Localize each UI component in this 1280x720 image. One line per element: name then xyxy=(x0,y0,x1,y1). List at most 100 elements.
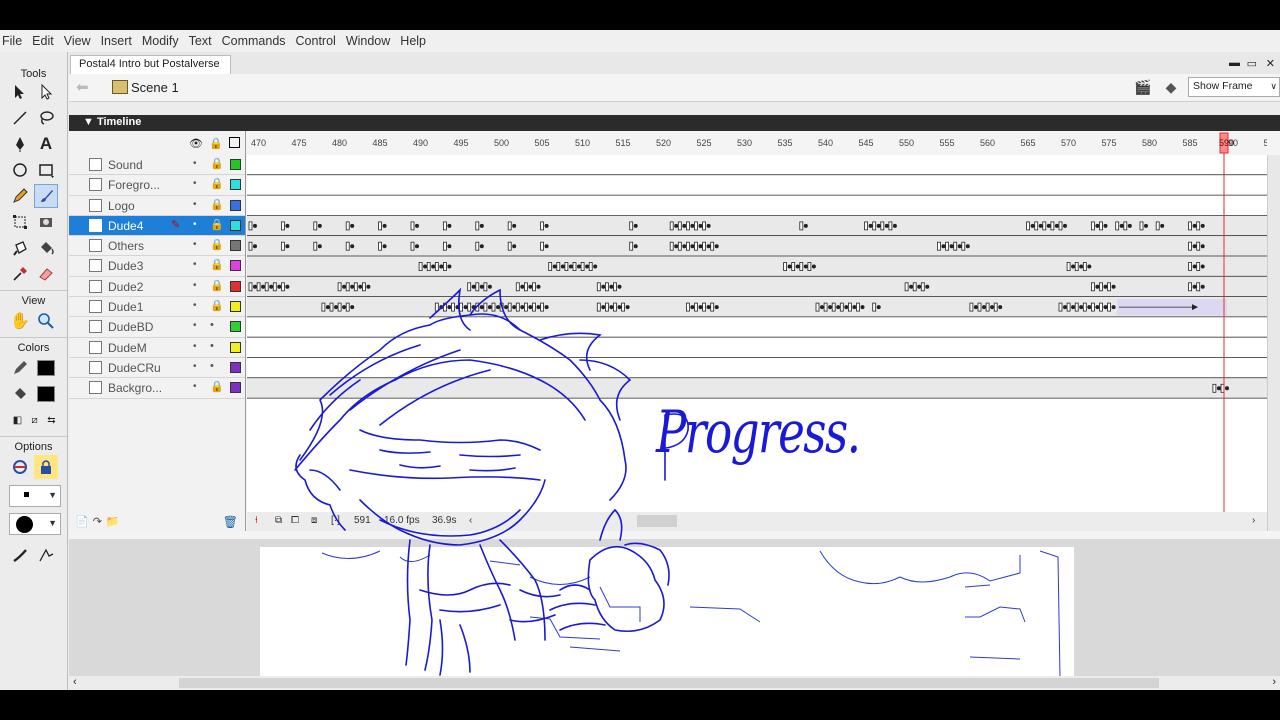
ruler-tick-label[interactable]: 520 xyxy=(656,138,671,148)
ruler-tick-label[interactable]: 565 xyxy=(1021,138,1036,148)
edit-symbol-icon[interactable]: ◆ xyxy=(1160,77,1182,97)
no-color-icon[interactable]: ⧄ xyxy=(27,408,42,432)
fill-color-swatch[interactable] xyxy=(34,382,58,406)
pen-tool-icon[interactable] xyxy=(8,132,32,156)
lock-icon[interactable]: 🔒 xyxy=(210,198,224,211)
lock-icon[interactable]: 🔒 xyxy=(210,258,224,271)
edit-multiple-icon[interactable]: ⧈ xyxy=(311,515,317,526)
layer-outline-color[interactable] xyxy=(230,179,241,191)
ruler-tick-label[interactable]: 540 xyxy=(818,138,833,148)
unlock-dot[interactable]: • xyxy=(210,340,214,352)
ruler-tick-label[interactable]: 575 xyxy=(1102,138,1117,148)
restore-icon[interactable]: ▭ xyxy=(1247,57,1257,70)
menu-help[interactable]: Help xyxy=(397,34,433,48)
layer-row[interactable]: Dude3 • 🔒 xyxy=(69,256,245,277)
visibility-dot[interactable]: • xyxy=(193,300,197,311)
eyedropper-tool-icon[interactable] xyxy=(8,262,32,286)
layer-row[interactable]: Dude1 • 🔒 xyxy=(69,297,245,318)
menu-insert[interactable]: Insert xyxy=(98,34,139,48)
timeline-vertical-scrollbar[interactable] xyxy=(1267,155,1280,531)
ruler-tick-label[interactable]: 570 xyxy=(1061,138,1076,148)
lock-icon[interactable]: 🔒 xyxy=(209,137,223,150)
add-layer-icon[interactable]: 📄 xyxy=(75,515,89,528)
frame-rate[interactable]: 16.0 fps xyxy=(384,515,420,526)
free-transform-tool-icon[interactable] xyxy=(8,210,32,234)
lock-icon[interactable]: 🔒 xyxy=(210,157,224,170)
paint-bucket-tool-icon[interactable] xyxy=(34,236,58,260)
onion-outline-icon[interactable]: ⧠ xyxy=(291,515,299,526)
lock-icon[interactable]: 🔒 xyxy=(210,380,224,393)
visibility-dot[interactable]: • xyxy=(193,320,197,331)
ruler-tick-label[interactable]: 585 xyxy=(1183,138,1198,148)
lock-icon[interactable]: 🔒 xyxy=(210,279,224,292)
ruler-tick-label[interactable]: 485 xyxy=(373,138,388,148)
add-folder-icon[interactable]: 📁 xyxy=(106,515,120,528)
minimize-icon[interactable]: ▬ xyxy=(1229,57,1240,69)
scene-label[interactable]: Scene 1 xyxy=(131,80,179,95)
unlock-dot[interactable]: • xyxy=(210,360,214,372)
menu-window[interactable]: Window xyxy=(343,34,397,48)
lasso-tool-icon[interactable] xyxy=(34,106,58,130)
fill-transform-tool-icon[interactable] xyxy=(34,210,58,234)
ruler-tick-label[interactable]: 495 xyxy=(454,138,469,148)
layer-row[interactable]: Dude4 ✎ • 🔒 xyxy=(69,215,245,237)
onion-skin-icon[interactable]: ⧉ xyxy=(275,515,282,526)
center-frame-icon[interactable]: ⍿ xyxy=(255,515,258,526)
visibility-dot[interactable]: • xyxy=(193,341,197,352)
brush-tool-icon[interactable] xyxy=(34,184,58,208)
text-tool-icon[interactable]: A xyxy=(34,132,58,156)
swap-colors-icon[interactable]: ⇆ xyxy=(44,408,59,432)
modify-markers-icon[interactable]: [·] xyxy=(331,515,340,526)
lock-icon[interactable]: 🔒 xyxy=(210,218,224,231)
layer-row[interactable]: DudeBD • • xyxy=(69,317,245,338)
ruler-tick-label[interactable]: 545 xyxy=(859,138,874,148)
layer-row[interactable]: DudeM • • xyxy=(69,338,245,358)
menu-file[interactable]: File xyxy=(0,34,29,48)
layer-outline-color[interactable] xyxy=(230,199,241,211)
black-white-icon[interactable]: ◧ xyxy=(10,408,25,432)
layer-outline-color[interactable] xyxy=(230,341,241,353)
ruler-tick-label[interactable]: 510 xyxy=(575,138,590,148)
menu-commands[interactable]: Commands xyxy=(219,34,293,48)
scroll-right-icon[interactable]: › xyxy=(1272,676,1276,688)
visibility-dot[interactable]: • xyxy=(193,239,197,250)
layer-outline-color[interactable] xyxy=(230,219,241,231)
brush-size-dropdown[interactable]: ▼ xyxy=(9,485,61,507)
visibility-dot[interactable]: • xyxy=(193,280,197,291)
lock-icon[interactable]: 🔒 xyxy=(210,299,224,312)
visibility-dot[interactable]: • xyxy=(193,178,197,189)
menu-edit[interactable]: Edit xyxy=(29,34,61,48)
eye-icon[interactable]: 👁 xyxy=(189,137,203,150)
layer-row[interactable]: Logo • 🔒 xyxy=(69,196,245,216)
stroke-color-swatch[interactable] xyxy=(34,356,58,380)
visibility-dot[interactable]: • xyxy=(193,259,197,270)
ruler-tick-label[interactable]: 580 xyxy=(1142,138,1157,148)
visibility-dot[interactable]: • xyxy=(193,199,197,210)
layer-outline-color[interactable] xyxy=(230,159,241,170)
layer-outline-color[interactable] xyxy=(230,260,241,272)
trash-icon[interactable]: 🗑 xyxy=(223,515,238,529)
outline-icon[interactable] xyxy=(229,137,240,148)
layer-row[interactable]: Others • 🔒 xyxy=(69,236,245,257)
pencil-tool-icon[interactable] xyxy=(8,184,32,208)
layer-outline-color[interactable] xyxy=(230,382,241,394)
ruler-tick-label[interactable]: 500 xyxy=(494,138,509,148)
timeline-header[interactable]: ▼ Timeline xyxy=(69,115,1280,131)
ruler-tick-label[interactable]: 555 xyxy=(940,138,955,148)
eraser-tool-icon[interactable] xyxy=(34,262,58,286)
brush-mode-icon[interactable] xyxy=(8,455,32,479)
stage-horizontal-scrollbar[interactable]: ‹ › xyxy=(69,676,1280,690)
document-tab[interactable]: Postal4 Intro but Postalverse xyxy=(70,55,231,74)
edit-scene-icon[interactable]: 🎬 xyxy=(1132,77,1154,97)
timeline-hscroll-thumb[interactable] xyxy=(637,515,677,527)
lock-icon[interactable]: 🔒 xyxy=(210,177,224,190)
scroll-right-icon[interactable]: › xyxy=(1252,515,1255,526)
menu-control[interactable]: Control xyxy=(293,34,343,48)
zoom-dropdown[interactable]: Show Frame ∨ xyxy=(1188,77,1280,97)
layer-outline-color[interactable] xyxy=(230,280,241,292)
lock-icon[interactable]: 🔒 xyxy=(210,238,224,251)
ruler-tick-label[interactable]: 530 xyxy=(737,138,752,148)
stage-canvas[interactable] xyxy=(260,547,1074,682)
rectangle-tool-icon[interactable] xyxy=(34,158,58,182)
layer-row[interactable]: Backgro... • 🔒 xyxy=(69,378,245,399)
